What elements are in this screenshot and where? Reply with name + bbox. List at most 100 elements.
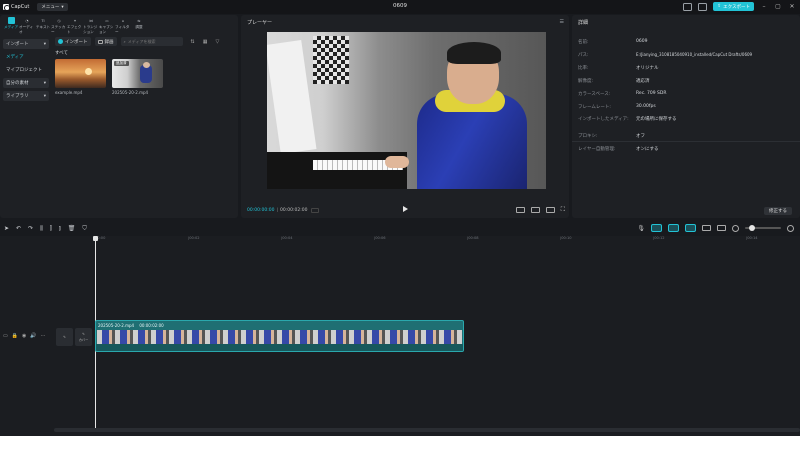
- tab-text[interactable]: TI テキスト: [35, 17, 51, 41]
- sticker-icon: ◷: [57, 18, 61, 23]
- sidebar-item-library[interactable]: ライブラリ ▾: [3, 91, 49, 101]
- media-search-input[interactable]: ⌕ メディアを検索: [120, 37, 183, 46]
- zoom-in-icon[interactable]: [787, 224, 794, 232]
- all-media-heading: すべて: [55, 51, 69, 56]
- details-panel: 詳細 名前: 0609 パス: E:/Jianying_310818504091…: [572, 15, 800, 218]
- search-icon: ⌕: [123, 39, 126, 44]
- media-thumbnail[interactable]: [55, 59, 106, 88]
- redo-icon[interactable]: ↷: [28, 225, 33, 233]
- layout-icon[interactable]: [683, 2, 693, 11]
- media-item[interactable]: 追加済 202505-20-2.mp4: [112, 59, 163, 95]
- media-item[interactable]: example.mp4: [55, 59, 106, 95]
- app-logo: CapCut: [3, 4, 29, 11]
- sort-icon[interactable]: ⇅: [191, 39, 195, 45]
- detail-row-proxy: プロキシ: オフ: [578, 133, 794, 140]
- clip-label: 202505-20-2.mp4 00:00:02:00: [98, 323, 164, 328]
- preview-axis-icon[interactable]: [702, 225, 711, 231]
- tab-label: ステッカー: [51, 25, 66, 34]
- chevron-down-icon: ▾: [61, 4, 64, 10]
- detail-row-path: パス: E:/Jianying_3108185040910_installed/…: [578, 52, 794, 59]
- player-title: プレーヤー: [247, 20, 273, 26]
- minimize-icon[interactable]: –: [760, 3, 768, 11]
- tab-label: トランジション: [83, 25, 98, 34]
- auto-snap-icon[interactable]: [668, 224, 679, 232]
- speaker-icon[interactable]: 🔊: [30, 333, 36, 339]
- export-button[interactable]: ⇪ エクスポート: [713, 2, 754, 11]
- adjust-icon: ⇋: [137, 18, 141, 23]
- split-icon[interactable]: ⫼: [40, 225, 43, 233]
- timecode-toggle-icon[interactable]: [311, 207, 320, 213]
- video-clip[interactable]: 202505-20-2.mp4 00:00:02:00: [95, 320, 464, 352]
- timeline-toolbar: ➤ ↶ ↷ ⫼ ⫿ ⫾ 🗑 ⛉ 🎙: [0, 222, 800, 236]
- media-panel: ▣ メディア ◔ オーディオ TI テキスト ◷ ステッカー ✦ エフェクト ⋈…: [0, 15, 238, 218]
- fullscreen-icon[interactable]: ⛶: [561, 206, 565, 214]
- linkage-icon[interactable]: [685, 224, 696, 232]
- title-bar: CapCut メニュー ▾ 0609 ⇪ エクスポート – ▢ ✕: [0, 0, 800, 14]
- menu-button[interactable]: メニュー ▾: [37, 3, 68, 11]
- hamburger-menu-icon[interactable]: ☰: [560, 19, 564, 25]
- video-preview[interactable]: [267, 32, 546, 189]
- ruler-tick-label: |00:14: [746, 236, 758, 240]
- detail-row-imported-media: インポートしたメディア: 元の場所に保存する: [578, 116, 794, 123]
- tab-audio[interactable]: ◔ オーディオ: [19, 17, 35, 41]
- player-controls: 00:00:00:00 | 00:00:02:00 ⛶: [247, 205, 565, 215]
- microphone-icon[interactable]: 🎙: [637, 225, 645, 232]
- zoom-slider[interactable]: [745, 225, 781, 231]
- maximize-icon[interactable]: ▢: [774, 3, 782, 11]
- detail-row-color-space: カラースペース: Rec. 709 SDR: [578, 91, 794, 98]
- modify-button[interactable]: 修正する: [764, 207, 792, 215]
- split-right-icon[interactable]: ⫾: [59, 225, 61, 233]
- detail-key: パス:: [578, 53, 589, 58]
- ruler-tick-label: |00:10: [560, 236, 572, 240]
- shortcut-icon[interactable]: [698, 2, 708, 11]
- cover-button[interactable]: ✎ カバー: [75, 328, 92, 346]
- added-badge: 追加済: [114, 61, 129, 66]
- more-icon[interactable]: ⋯: [41, 333, 46, 339]
- timeline-fit-icon[interactable]: [717, 225, 726, 231]
- time-ruler[interactable]: 00:00 |00:02 |00:04 |00:06 |00:08 |00:10 |00:1…: [95, 236, 800, 242]
- grid-view-icon[interactable]: ▦: [203, 39, 208, 45]
- lock-icon[interactable]: 🔒: [12, 333, 18, 339]
- text-icon: TI: [41, 18, 45, 23]
- detail-key: インポートしたメディア:: [578, 117, 629, 122]
- close-icon[interactable]: ✕: [788, 3, 796, 11]
- undo-icon[interactable]: ↶: [16, 225, 21, 233]
- play-icon[interactable]: [403, 206, 408, 212]
- sidebar-item-your-projects[interactable]: マイプロジェクト: [3, 65, 49, 75]
- tab-label: キャプション: [99, 25, 114, 34]
- search-placeholder: メディアを検索: [127, 38, 156, 44]
- shield-icon[interactable]: ⛉: [82, 225, 87, 233]
- media-grid: example.mp4 追加済 202505-20-2.mp4: [55, 59, 235, 95]
- chevron-down-icon: ▾: [43, 93, 46, 99]
- timeline-horizontal-scrollbar[interactable]: [54, 428, 800, 432]
- record-icon: [97, 39, 103, 44]
- tab-media[interactable]: ▣ メディア: [3, 17, 19, 41]
- eye-icon[interactable]: ◉: [22, 333, 26, 339]
- zoom-out-icon[interactable]: [732, 224, 739, 232]
- sidebar-item-import[interactable]: インポート ▾: [3, 39, 49, 49]
- detail-key: 比率:: [578, 66, 589, 71]
- pencil-icon: ✎: [82, 332, 85, 336]
- import-button[interactable]: インポート: [55, 37, 91, 46]
- filter-funnel-icon[interactable]: ▽: [215, 39, 219, 45]
- zoom-slider-knob[interactable]: [749, 225, 755, 231]
- ruler-tick-label: |00:02: [188, 236, 200, 240]
- sidebar-item-media[interactable]: メディア: [3, 52, 49, 62]
- media-filename: example.mp4: [55, 90, 83, 95]
- main-track-magnet-icon[interactable]: [651, 224, 662, 232]
- detail-value: 元の場所に保存する: [636, 117, 677, 122]
- split-left-icon[interactable]: ⫿: [50, 225, 52, 233]
- checkered-board: [313, 36, 349, 84]
- aspect-ratio-icon[interactable]: [545, 207, 555, 213]
- zoom-fit-icon[interactable]: [530, 207, 540, 213]
- sidebar-item-my-assets[interactable]: 自分の素材 ▾: [3, 78, 49, 88]
- select-cursor-icon[interactable]: ➤: [4, 225, 9, 233]
- quality-icon[interactable]: [515, 207, 525, 213]
- duration-timecode: 00:00:02:00: [279, 207, 308, 213]
- delete-icon[interactable]: 🗑: [68, 225, 76, 233]
- media-thumbnail[interactable]: 追加済: [112, 59, 163, 88]
- cover-edit-button[interactable]: ✎: [56, 328, 73, 346]
- record-button[interactable]: 録画: [94, 37, 117, 46]
- detail-value: E:/Jianying_3108185040910_installed/CapC…: [636, 52, 753, 57]
- track-cover-icon[interactable]: ▭: [3, 333, 8, 339]
